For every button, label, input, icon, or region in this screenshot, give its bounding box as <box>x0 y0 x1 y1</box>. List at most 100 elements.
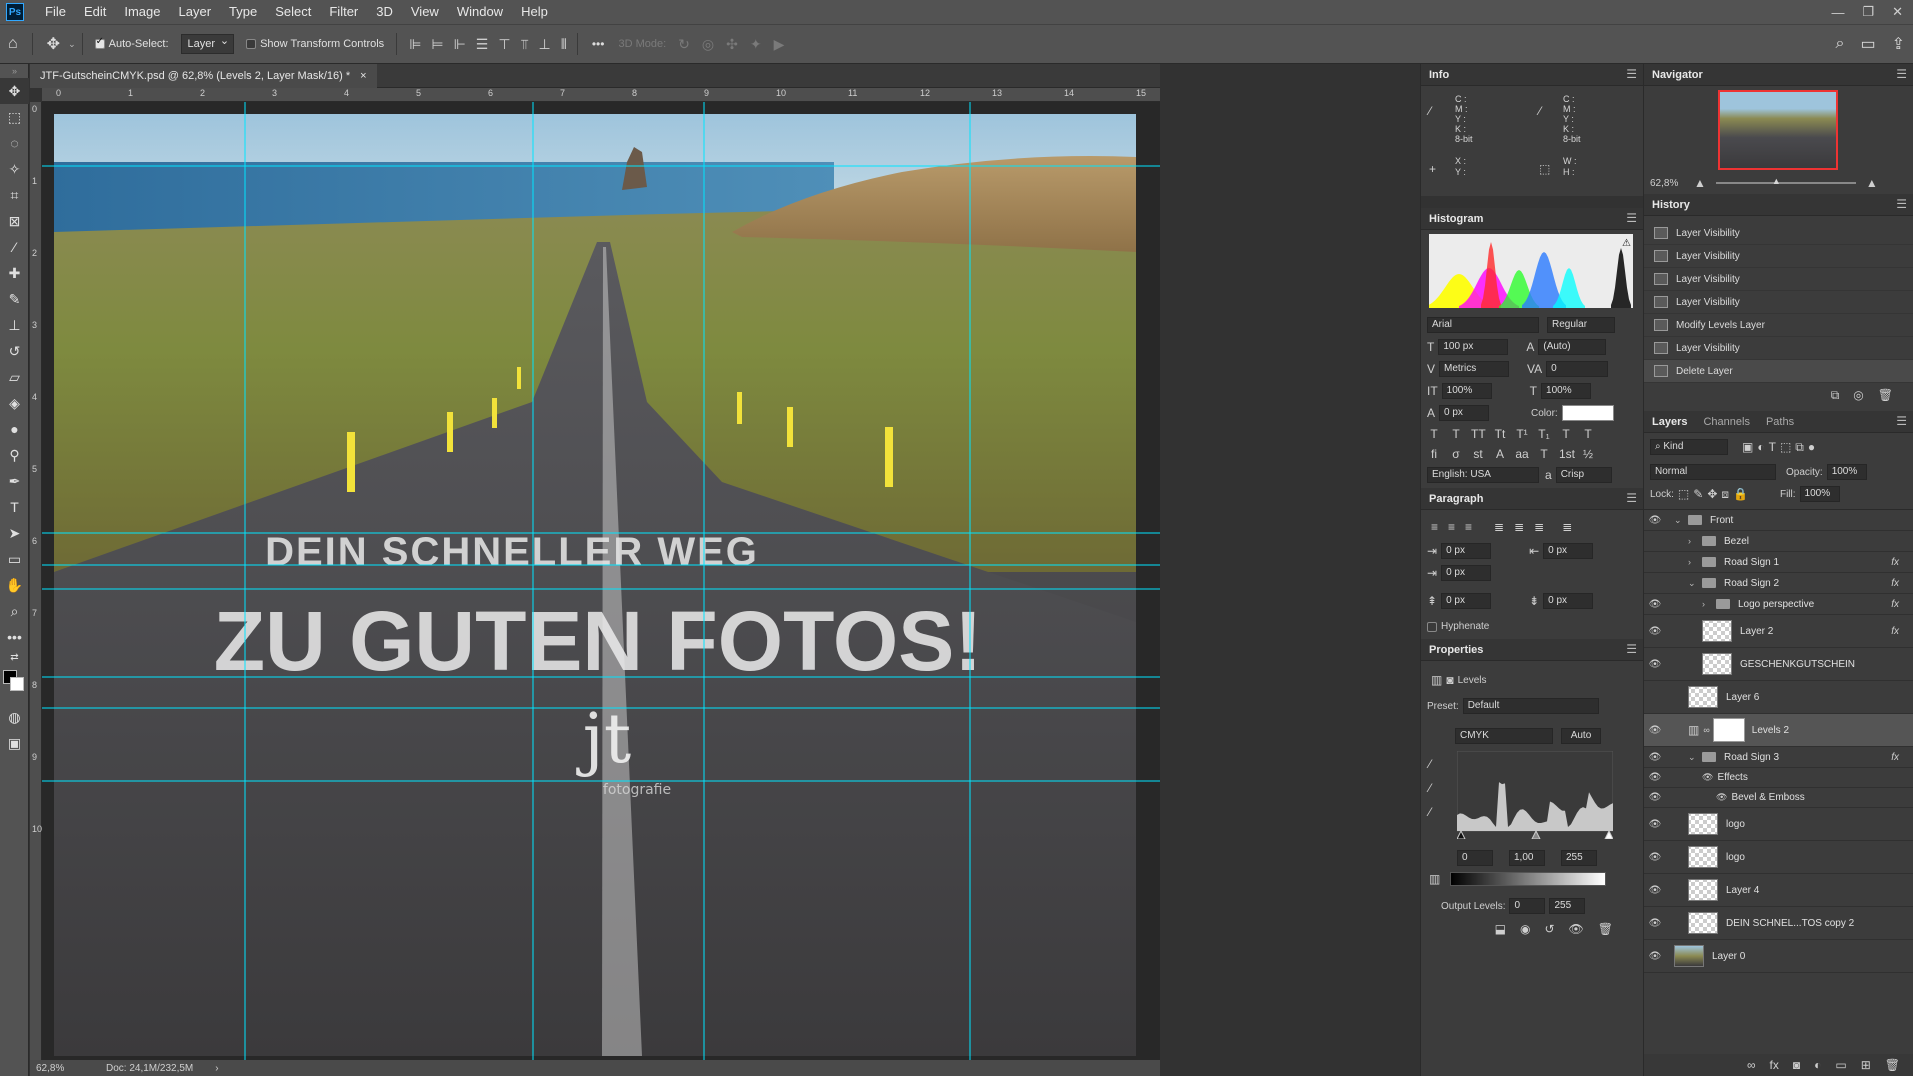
chevron-down-icon[interactable]: ⌄ <box>1674 515 1684 526</box>
visibility-icon[interactable]: 👁 <box>1569 922 1584 936</box>
panel-menu-icon[interactable]: ☰ <box>1896 67 1907 81</box>
panel-menu-icon[interactable]: ☰ <box>1626 491 1637 505</box>
lock-position-icon[interactable]: ✥ <box>1707 487 1717 501</box>
visibility-eye-icon[interactable]: 👁 <box>1644 918 1666 929</box>
move-tool-icon[interactable]: ✥ <box>47 34 60 54</box>
history-state[interactable]: Modify Levels Layer <box>1644 314 1913 337</box>
layer-name[interactable]: Road Sign 2 <box>1724 578 1779 589</box>
type-style-button-3[interactable]: Tt <box>1493 427 1507 441</box>
move-tool-icon[interactable]: ✥ <box>0 78 29 104</box>
visibility-eye-icon[interactable]: · <box>1644 578 1666 589</box>
layer-name[interactable]: Logo perspective <box>1738 599 1814 610</box>
swap-colors-icon[interactable]: ⇄ <box>0 650 29 664</box>
layer-row[interactable]: 👁 ▥ ∞ Levels 2 <box>1644 714 1913 747</box>
history-state[interactable]: Delete Layer <box>1644 360 1913 383</box>
type-style-button-6[interactable]: T <box>1559 427 1573 441</box>
panel-menu-icon[interactable]: ☰ <box>1896 197 1907 211</box>
align-right-icon[interactable]: ⊩ <box>454 36 466 53</box>
trash-icon[interactable]: 🗑 <box>1885 1058 1900 1072</box>
align-top-icon[interactable]: ⊤ <box>498 36 510 53</box>
menu-item-filter[interactable]: Filter <box>320 0 367 24</box>
align-center-text-icon[interactable]: ≡ <box>1448 520 1455 534</box>
filter-adjustment-icon[interactable]: ◐ <box>1757 440 1764 454</box>
font-style-select[interactable]: Regular <box>1547 317 1615 333</box>
new-adjustment-layer-icon[interactable]: ◐ <box>1814 1058 1821 1072</box>
healing-brush-tool-icon[interactable]: ✚ <box>0 260 29 286</box>
crop-tool-icon[interactable]: ⌗ <box>0 182 29 208</box>
align-middle-icon[interactable]: ⫪ <box>521 36 529 53</box>
font-size-field[interactable]: 100 px <box>1438 339 1509 355</box>
visibility-eye-icon[interactable]: 👁 <box>1644 659 1666 670</box>
navigator-preview[interactable] <box>1718 90 1838 170</box>
more-tools-icon[interactable]: ••• <box>0 624 29 650</box>
menu-item-window[interactable]: Window <box>448 0 512 24</box>
opentype-button-7[interactable]: ½ <box>1581 447 1595 461</box>
layer-name[interactable]: Effects <box>1717 772 1747 783</box>
type-style-button-2[interactable]: TT <box>1471 427 1486 441</box>
hand-tool-icon[interactable]: ✋ <box>0 572 29 598</box>
lock-artboard-icon[interactable]: ⧈ <box>1721 487 1729 502</box>
panel-menu-icon[interactable]: ☰ <box>1626 211 1637 225</box>
visibility-eye-icon[interactable]: 👁 <box>1644 852 1666 863</box>
filter-toggle-icon[interactable]: ● <box>1808 440 1815 454</box>
visibility-eye-icon[interactable]: 👁 <box>1644 599 1666 610</box>
auto-button[interactable]: Auto <box>1561 728 1601 744</box>
channels-tab[interactable]: Channels <box>1695 411 1757 433</box>
paths-tab[interactable]: Paths <box>1758 411 1802 433</box>
lock-all-icon[interactable]: 🔒 <box>1733 487 1748 501</box>
frame-tool-icon[interactable]: ⊠ <box>0 208 29 234</box>
layer-name[interactable]: Road Sign 1 <box>1724 557 1779 568</box>
type-tool-icon[interactable]: T <box>0 494 29 520</box>
panel-menu-icon[interactable]: ☰ <box>1896 414 1907 428</box>
menu-item-help[interactable]: Help <box>512 0 557 24</box>
visibility-eye-icon[interactable]: 👁 <box>1644 626 1666 637</box>
properties-tab[interactable]: Properties <box>1421 639 1491 661</box>
black-input-slider[interactable] <box>1457 829 1466 839</box>
paint-bucket-tool-icon[interactable]: ◈ <box>0 390 29 416</box>
link-layers-icon[interactable]: ∞ <box>1747 1058 1756 1072</box>
layer-name[interactable]: Levels 2 <box>1752 725 1789 736</box>
layer-effect-row[interactable]: 👁 👁 Bevel & Emboss <box>1644 788 1913 808</box>
pen-tool-icon[interactable]: ✒ <box>0 468 29 494</box>
layer-name[interactable]: Layer 6 <box>1726 692 1759 703</box>
language-select[interactable]: English: USA <box>1427 467 1539 483</box>
chevron-right-icon[interactable]: › <box>1688 536 1698 546</box>
zoom-slider[interactable]: ▲ <box>1715 176 1856 186</box>
add-layer-style-icon[interactable]: fx <box>1770 1058 1779 1072</box>
layer-row[interactable]: · Layer 6 <box>1644 681 1913 714</box>
output-white-field[interactable]: 255 <box>1549 898 1586 914</box>
opentype-button-1[interactable]: σ <box>1449 447 1463 461</box>
gray-point-eyedropper-icon[interactable]: ⁄ <box>1429 781 1431 795</box>
gamma-input-slider[interactable] <box>1531 829 1541 839</box>
layer-name[interactable]: Layer 0 <box>1712 951 1745 962</box>
layer-name[interactable]: Layer 4 <box>1726 885 1759 896</box>
filter-shape-icon[interactable]: ⬚ <box>1780 440 1791 454</box>
layer-row[interactable]: 👁 Layer 4 <box>1644 874 1913 907</box>
chevron-right-icon[interactable]: › <box>1702 599 1712 609</box>
align-left-text-icon[interactable]: ≡ <box>1431 520 1438 534</box>
effect-visibility-icon[interactable]: 👁 <box>1702 772 1713 783</box>
reset-icon[interactable]: ↺ <box>1544 922 1554 936</box>
menu-item-type[interactable]: Type <box>220 0 266 24</box>
input-gamma-field[interactable]: 1,00 <box>1509 850 1545 866</box>
view-previous-icon[interactable]: ◉ <box>1520 922 1530 936</box>
type-style-button-4[interactable]: T¹ <box>1515 427 1529 441</box>
canvas-area[interactable]: DEIN SCHNELLER WEG ZU GUTEN FOTOS! jt fo… <box>42 102 1160 1060</box>
chevron-down-icon[interactable]: ⌄ <box>1688 752 1698 763</box>
fill-field[interactable]: 100% <box>1799 486 1840 502</box>
horizontal-scale-field[interactable]: 100% <box>1541 383 1592 399</box>
menu-item-view[interactable]: View <box>402 0 448 24</box>
history-state[interactable]: Layer Visibility <box>1644 222 1913 245</box>
add-mask-icon[interactable]: ◙ <box>1793 1058 1800 1072</box>
navigator-tab[interactable]: Navigator <box>1644 64 1711 86</box>
more-options-button[interactable]: ••• <box>592 37 605 51</box>
blend-mode-select[interactable]: Normal <box>1650 464 1776 480</box>
visibility-eye-icon[interactable]: · <box>1644 536 1666 547</box>
background-color-swatch[interactable] <box>10 677 24 691</box>
white-input-slider[interactable] <box>1604 829 1613 839</box>
visibility-eye-icon[interactable]: · <box>1644 692 1666 703</box>
3d-roll-icon[interactable]: ◎ <box>702 36 714 53</box>
opentype-button-3[interactable]: A <box>1493 447 1507 461</box>
search-icon[interactable]: ⌕ <box>1836 35 1845 53</box>
layer-effects-badge[interactable]: fx <box>1891 578 1899 589</box>
